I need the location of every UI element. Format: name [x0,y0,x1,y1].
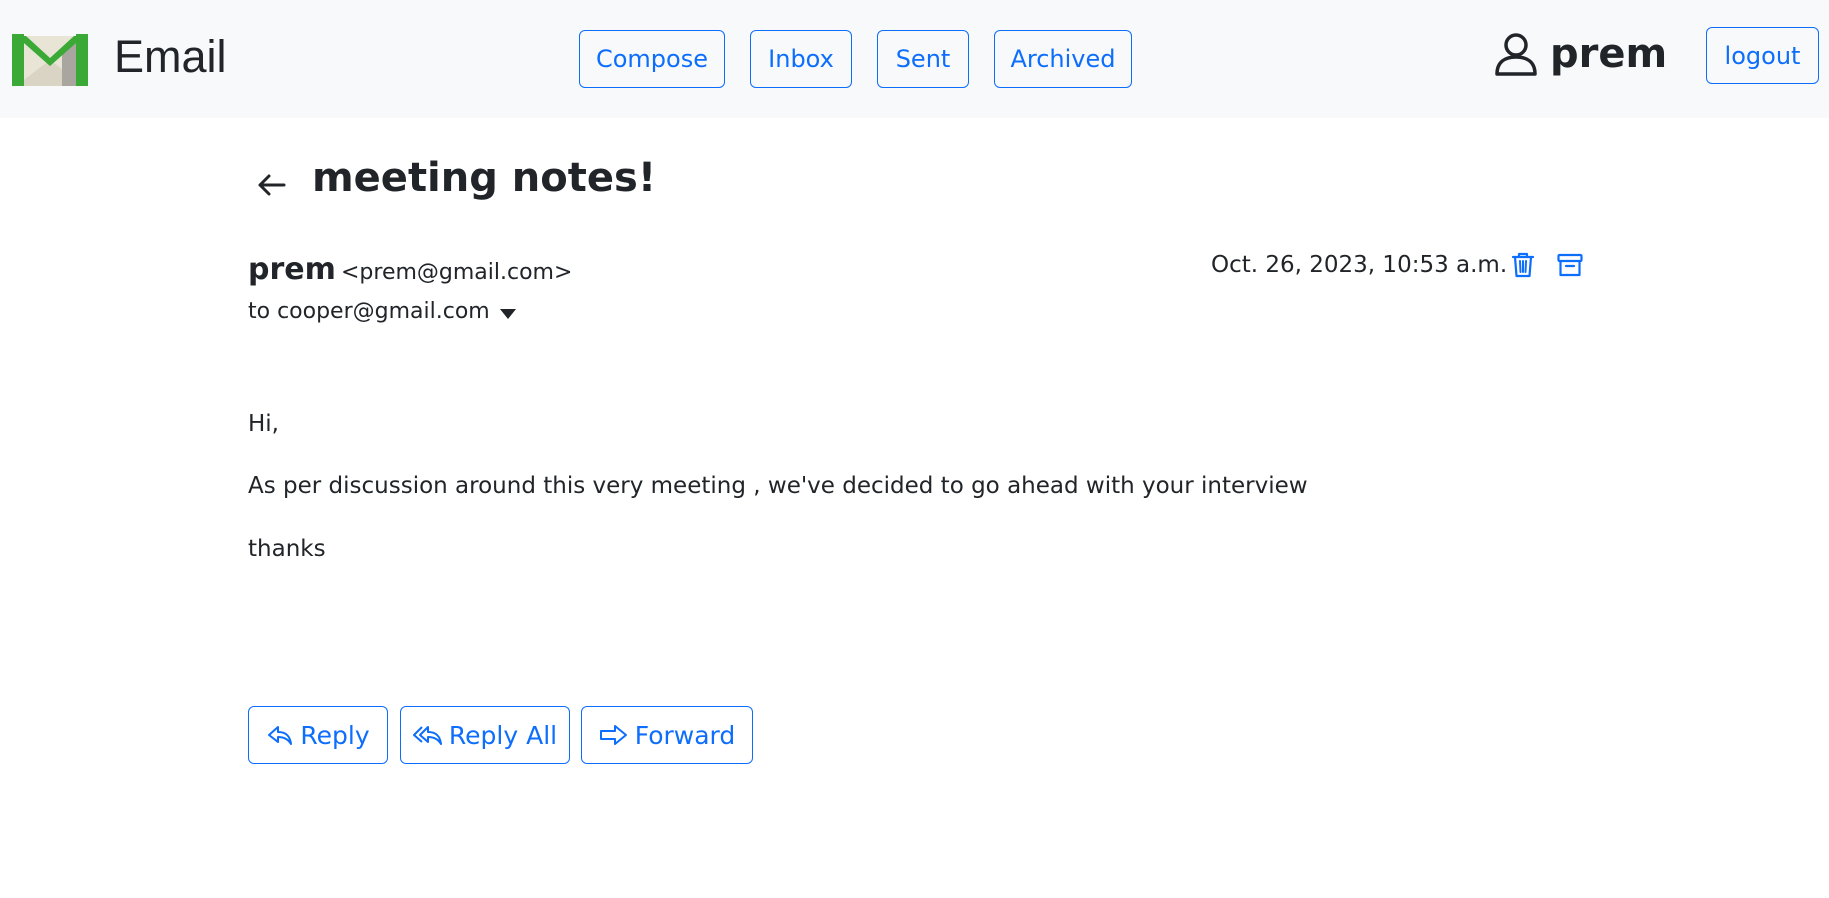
body-paragraph: thanks [248,536,326,562]
recipient-details-caret-icon[interactable] [499,309,516,319]
nav-inbox-button[interactable]: Inbox [750,30,852,88]
username: prem [1550,31,1668,77]
sender-name: prem [248,252,336,287]
forward-arrow-icon [599,725,627,745]
arrow-left-icon[interactable] [254,168,288,202]
gmail-m-envelope-icon[interactable] [12,30,88,88]
sender-email: <prem@gmail.com> [340,260,573,285]
app-brand[interactable]: Email [114,30,227,84]
forward-label: Forward [634,720,736,750]
body-paragraph: Hi, [248,411,279,437]
nav-compose-button[interactable]: Compose [579,30,725,88]
recipient-line: to cooper@gmail.com [248,297,516,327]
logout-button[interactable]: logout [1706,27,1819,84]
trash-icon[interactable] [1509,251,1537,279]
archive-box-icon[interactable] [1556,251,1584,279]
reply-button[interactable]: Reply [248,706,388,764]
top-navbar: Email Compose Inbox Sent Archived prem l… [0,0,1829,118]
reply-label: Reply [300,720,370,750]
sender-line: prem <prem@gmail.com> [248,250,572,294]
body-paragraph: As per discussion around this very meeti… [248,473,1308,499]
reply-all-button[interactable]: Reply All [400,706,570,764]
nav-sent-button[interactable]: Sent [877,30,969,88]
forward-button[interactable]: Forward [581,706,753,764]
reply-arrow-icon [268,726,293,745]
recipient-text: to cooper@gmail.com [248,299,490,324]
person-icon [1495,33,1537,76]
reply-all-label: Reply All [448,720,558,750]
nav-archived-button[interactable]: Archived [994,30,1132,88]
email-timestamp: Oct. 26, 2023, 10:53 a.m. [1211,252,1508,278]
email-subject: meeting notes! [312,155,657,201]
reply-all-arrow-icon [412,726,442,745]
